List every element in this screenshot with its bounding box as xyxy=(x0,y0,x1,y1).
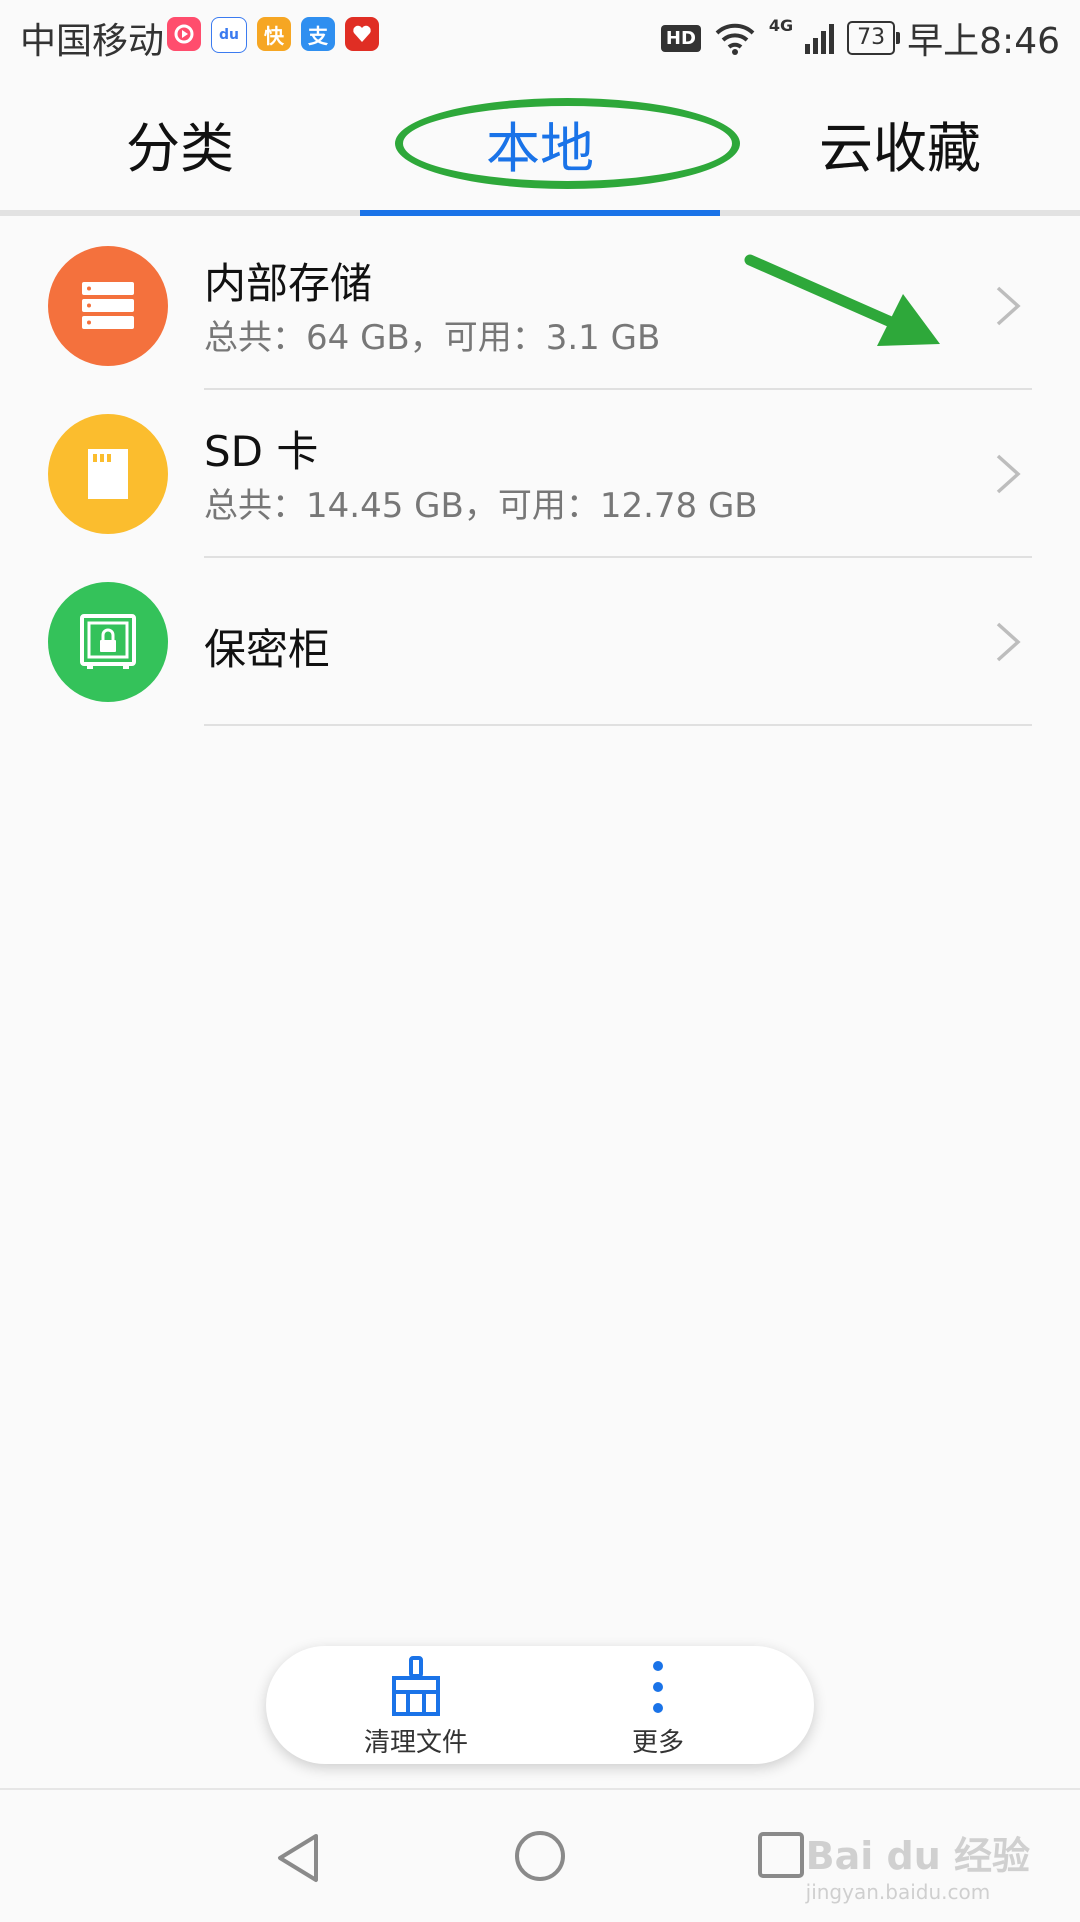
more-icon xyxy=(653,1661,663,1713)
signal-icon xyxy=(805,24,835,54)
list-item-sd-card[interactable]: SD 卡 总共：14.45 GB，可用：12.78 GB xyxy=(0,390,1080,558)
tab-local[interactable]: 本地 xyxy=(360,76,720,210)
hd-badge: HD xyxy=(660,24,701,52)
video-app-icon xyxy=(167,17,201,51)
broom-icon xyxy=(392,1656,440,1716)
annotation-arrow xyxy=(744,254,940,346)
battery-level: 73 xyxy=(847,21,901,55)
storage-icon xyxy=(48,246,168,366)
sd-card-icon xyxy=(48,414,168,534)
chevron-right-icon xyxy=(996,286,1021,326)
wifi-icon xyxy=(715,23,755,55)
carrier-name: 中国移动 xyxy=(20,21,165,62)
back-icon[interactable] xyxy=(272,1830,324,1886)
item-subtitle: 总共：64 GB，可用：3.1 GB xyxy=(204,318,661,358)
tab-cloud-favorites-label: 云收藏 xyxy=(819,116,981,180)
tab-bar: 分类 本地 云收藏 xyxy=(0,76,1080,216)
alipay-app-icon: 支 xyxy=(301,17,335,51)
chevron-right-icon xyxy=(996,622,1021,662)
status-indicators: HD 4G 73 早上8:46 xyxy=(660,12,1060,64)
baidu-app-icon: du xyxy=(211,17,247,53)
item-title: SD 卡 xyxy=(204,427,319,476)
item-subtitle: 总共：14.45 GB，可用：12.78 GB xyxy=(204,486,758,526)
tab-cloud-favorites[interactable]: 云收藏 xyxy=(720,76,1080,210)
list-item-safe[interactable]: 保密柜 xyxy=(0,558,1080,726)
chevron-right-icon xyxy=(996,454,1021,494)
navigation-bar: Bai du 经验 jingyan.baidu.com xyxy=(0,1788,1080,1922)
network-type: 4G xyxy=(768,16,794,35)
clean-files-label: 清理文件 xyxy=(363,1728,468,1758)
notification-icons: du 快 支 xyxy=(167,17,379,53)
baidu-glyph: du xyxy=(219,27,239,43)
safe-icon xyxy=(48,582,168,702)
divider xyxy=(204,724,1032,726)
clock: 早上8:46 xyxy=(907,21,1060,62)
more-button[interactable]: 更多 xyxy=(538,1646,778,1764)
status-bar: 中国移动 du 快 支 HD 4G 73 早上8:46 xyxy=(0,0,1080,76)
item-title: 内部存储 xyxy=(204,259,373,308)
watermark-url: jingyan.baidu.com xyxy=(805,1880,991,1904)
watermark: Bai du 经验 jingyan.baidu.com xyxy=(806,1825,1030,1904)
tab-category-label: 分类 xyxy=(126,116,234,180)
tab-local-label: 本地 xyxy=(486,116,594,180)
home-icon[interactable] xyxy=(512,1828,568,1884)
item-title: 保密柜 xyxy=(204,625,331,674)
tab-category[interactable]: 分类 xyxy=(0,76,360,210)
kuai-glyph: 快 xyxy=(264,23,284,48)
tab-active-indicator xyxy=(360,210,720,216)
alipay-glyph: 支 xyxy=(308,23,328,48)
clean-files-button[interactable]: 清理文件 xyxy=(296,1646,536,1764)
bottom-action-bar: 清理文件 更多 xyxy=(266,1646,814,1764)
more-label: 更多 xyxy=(631,1728,684,1758)
recents-icon[interactable] xyxy=(756,1830,806,1880)
pinduoduo-app-icon xyxy=(345,17,379,51)
kuai-app-icon: 快 xyxy=(257,17,291,51)
watermark-brand: Bai du 经验 xyxy=(805,1834,1030,1878)
